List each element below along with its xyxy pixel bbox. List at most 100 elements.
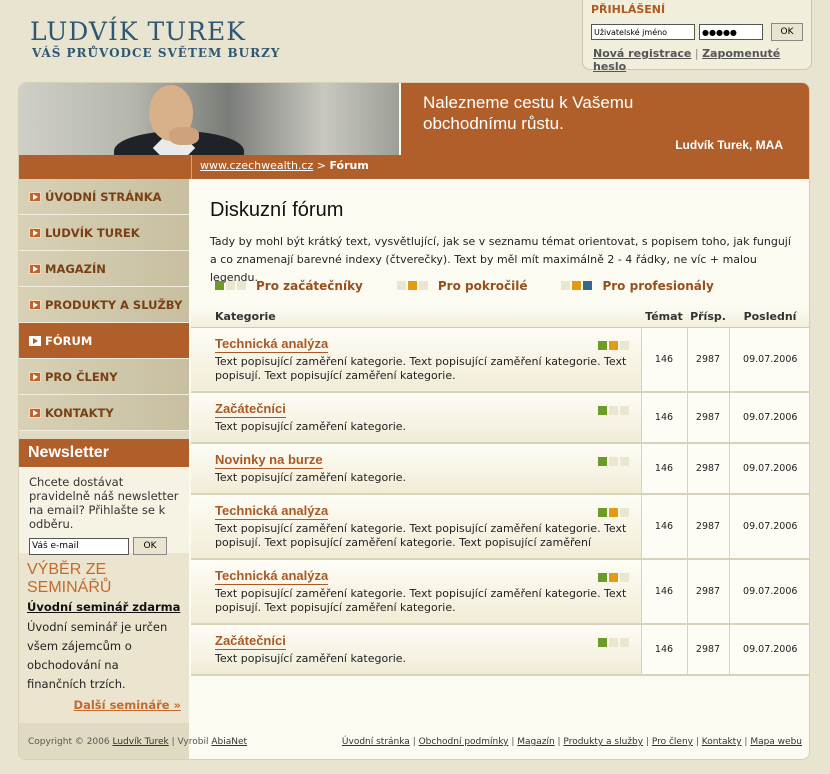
category-description: Text popisující zaměření kategorie.: [215, 470, 407, 484]
seminar-text: Úvodní seminář je určen všem zájemcům o …: [27, 620, 168, 691]
login-title: PŘIHLÁŠENÍ: [591, 3, 666, 16]
category-link[interactable]: Začátečníci: [215, 400, 286, 418]
level-square-empty: [237, 281, 246, 290]
footer-link[interactable]: Úvodní stránka: [342, 737, 410, 747]
site-logo[interactable]: LUDVÍK TUREK VÁŠ PRŮVODCE SVĚTEM BURZY: [30, 18, 280, 61]
newsletter-email-input[interactable]: [29, 537, 129, 555]
category-cell: Začátečníci Text popisující zaměření kate…: [191, 623, 641, 676]
topics-count: 146: [640, 493, 687, 560]
footer-link[interactable]: Produkty a služby: [563, 737, 643, 747]
category-link[interactable]: Technická analýza: [215, 502, 329, 520]
category-cell: Technická analýza Text popisující zaměřen…: [191, 493, 641, 560]
level-square-empty: [226, 281, 235, 290]
banner-slogan: Nalezneme cestu k Vašemu obchodnímu růst…: [401, 83, 809, 155]
level-indicator: [597, 340, 631, 353]
table-row: Novinky na burze Text popisující zaměření…: [191, 442, 809, 495]
level-square-empty: [619, 507, 629, 517]
sidebar-item-label: MAGAZÍN: [45, 261, 106, 276]
arrow-right-icon: [29, 191, 41, 202]
sidebar-item-5[interactable]: PRO ČLENY: [19, 359, 189, 395]
header-posts: Přísp.: [687, 307, 729, 328]
category-link[interactable]: Technická analýza: [215, 567, 329, 585]
footer-link[interactable]: Obchodní podmínky: [419, 737, 509, 747]
category-link[interactable]: Začátečníci: [215, 632, 286, 650]
breadcrumb-separator: >: [316, 159, 326, 172]
username-input[interactable]: [591, 24, 695, 40]
login-ok-button[interactable]: OK: [771, 23, 803, 41]
level-indicator: [597, 572, 631, 585]
last-post-date: 09.07.2006: [728, 493, 809, 560]
last-post-date: 09.07.2006: [728, 442, 809, 495]
level-square-green: [597, 456, 607, 466]
sidebar-item-6[interactable]: KONTAKTY: [19, 395, 189, 431]
login-box: PŘIHLÁŠENÍ OK Nová registrace | Zapomenu…: [582, 0, 812, 73]
level-square-empty: [561, 281, 571, 290]
level-square-orange: [608, 340, 618, 350]
legend-item: Pro začátečníky: [215, 279, 363, 293]
link-separator: |: [694, 47, 699, 60]
posts-count: 2987: [686, 391, 729, 444]
sidebar-item-1[interactable]: LUDVÍK TUREK: [19, 215, 189, 251]
footer-link[interactable]: Mapa webu: [750, 737, 802, 747]
level-square-green: [597, 405, 607, 415]
newsletter-heading: Newsletter: [19, 439, 189, 467]
category-link[interactable]: Novinky na burze: [215, 451, 323, 469]
seminar-link[interactable]: Úvodní seminář zdarma: [27, 600, 181, 614]
sidebar-item-label: FÓRUM: [45, 333, 93, 348]
newsletter-ok-button[interactable]: OK: [133, 537, 167, 555]
level-square-empty: [619, 456, 629, 466]
legend-label: Pro profesionály: [602, 279, 714, 293]
category-cell: Technická analýza Text popisující zaměřen…: [191, 558, 641, 625]
table-header: Kategorie Témat Přísp. Poslední: [191, 307, 809, 328]
arrow-right-icon: [29, 263, 41, 274]
posts-count: 2987: [686, 623, 729, 676]
seminars-heading-line-1: VÝBĚR ZE: [27, 561, 107, 578]
breadcrumb-home-link[interactable]: www.czechwealth.cz: [200, 159, 313, 172]
level-square-orange: [407, 281, 417, 290]
table-row: Začátečníci Text popisující zaměření kate…: [191, 623, 809, 676]
footer-link[interactable]: Magazín: [517, 737, 554, 747]
password-input[interactable]: [699, 24, 763, 40]
level-square-green: [597, 340, 607, 350]
sidebar-item-3[interactable]: PRODUKTY A SLUŽBY: [19, 287, 189, 323]
level-indicator: [597, 637, 631, 650]
sidebar-item-4[interactable]: FÓRUM: [19, 323, 189, 359]
last-post-date: 09.07.2006: [728, 327, 809, 393]
sidebar-item-0[interactable]: ÚVODNÍ STRÁNKA: [19, 179, 189, 215]
category-description: Text popisující zaměření kategorie. Text…: [215, 354, 627, 382]
footer-separator: |: [409, 737, 419, 747]
sidebar-item-label: ÚVODNÍ STRÁNKA: [45, 189, 162, 204]
made-by-text: | Vyrobil: [171, 737, 209, 747]
legend-label: Pro začátečníky: [256, 279, 363, 293]
category-description: Text popisující zaměření kategorie.: [215, 651, 407, 665]
level-square-empty: [608, 456, 618, 466]
footer-link[interactable]: Pro členy: [652, 737, 693, 747]
sidebar-item-label: LUDVÍK TUREK: [45, 225, 140, 240]
slogan-author: Ludvík Turek, MAA: [675, 138, 783, 152]
level-square-empty: [396, 281, 406, 290]
page-title: Diskuzní fórum: [210, 199, 344, 221]
posts-count: 2987: [686, 442, 729, 495]
footer-link[interactable]: Kontakty: [702, 737, 742, 747]
sidebar-item-2[interactable]: MAGAZÍN: [19, 251, 189, 287]
level-square-orange: [608, 507, 618, 517]
level-square-empty: [619, 340, 629, 350]
header-topics: Témat: [641, 307, 687, 328]
seminars-heading: VÝBĚR ZE SEMINÁŘŮ: [27, 561, 181, 597]
owner-link[interactable]: Ludvík Turek: [112, 737, 168, 747]
last-post-date: 09.07.2006: [728, 391, 809, 444]
slogan-line-2: obchodnímu růstu.: [423, 114, 564, 133]
header-category: Kategorie: [191, 307, 641, 328]
sidebar-item-label: KONTAKTY: [45, 405, 114, 420]
footer: Copyright © 2006 Ludvík Turek | Vyrobil …: [19, 733, 809, 759]
footer-separator: |: [508, 737, 518, 747]
main-frame: Nalezneme cestu k Vašemu obchodnímu růst…: [18, 82, 810, 760]
category-link[interactable]: Technická analýza: [215, 335, 329, 353]
more-seminars-link[interactable]: Další semináře »: [27, 698, 181, 712]
posts-count: 2987: [686, 327, 729, 393]
level-square-green: [597, 637, 607, 647]
maker-link[interactable]: AbiaNet: [211, 737, 247, 747]
sidebar-item-label: PRO ČLENY: [45, 369, 118, 384]
table-row: Začátečníci Text popisující zaměření kate…: [191, 391, 809, 444]
register-link[interactable]: Nová registrace: [593, 47, 691, 60]
